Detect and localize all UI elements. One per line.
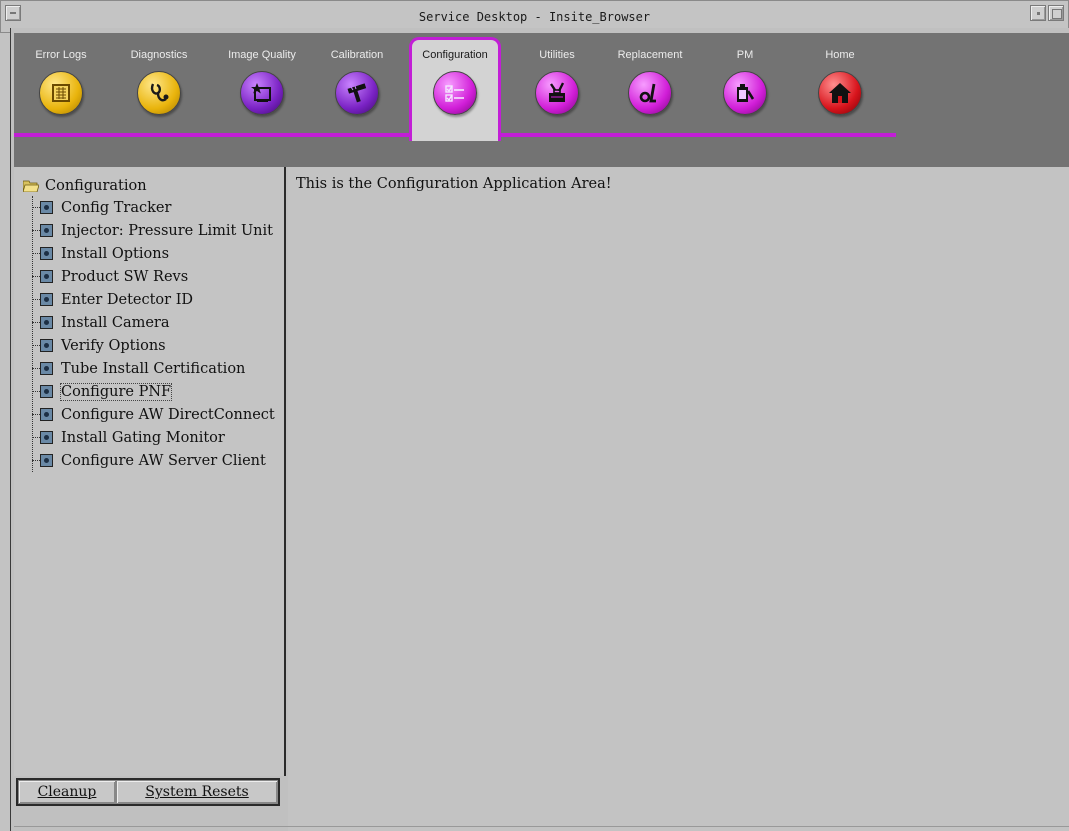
- tree-item-product-sw-revs[interactable]: Product SW Revs: [32, 265, 275, 288]
- tree-item-install-options[interactable]: Install Options: [32, 242, 275, 265]
- tree-item-label: Install Camera: [61, 314, 170, 331]
- tab-error-logs[interactable]: Error Logs: [20, 33, 102, 133]
- tree-item-label: Install Options: [61, 245, 170, 262]
- tab-label: Home: [825, 49, 855, 61]
- config-tree: Configuration Config Tracker Injector: P…: [23, 176, 275, 472]
- tree-item-tube-install-certification[interactable]: Tube Install Certification: [32, 357, 275, 380]
- leaf-node-icon: [40, 247, 53, 260]
- tab-label: Image Quality: [228, 49, 296, 61]
- tab-label: Error Logs: [35, 49, 87, 61]
- system-resets-button[interactable]: System Resets: [116, 780, 278, 804]
- cleanup-button[interactable]: Cleanup: [18, 780, 116, 804]
- maximize-button[interactable]: [1048, 5, 1064, 21]
- tab-replacement[interactable]: Replacement: [604, 33, 696, 133]
- sidebar-button-bar: Cleanup System Resets: [16, 778, 280, 806]
- application-area: This is the Configuration Application Ar…: [288, 167, 1069, 831]
- tree-items: Config Tracker Injector: Pressure Limit …: [32, 196, 275, 472]
- tab-home[interactable]: Home: [799, 33, 881, 133]
- tab-calibration[interactable]: Calibration: [316, 33, 398, 133]
- leaf-node-icon: [40, 431, 53, 444]
- image-quality-icon: [240, 71, 284, 115]
- leaf-node-icon: [40, 362, 53, 375]
- tree-item-label: Configure AW Server Client: [61, 452, 266, 469]
- tab-label: Calibration: [330, 49, 384, 61]
- tab-label: Diagnostics: [130, 49, 188, 61]
- tab-utilities[interactable]: Utilities: [516, 33, 598, 133]
- bottom-border: [14, 826, 1069, 827]
- tree-root-configuration[interactable]: Configuration: [23, 176, 275, 196]
- tab-label: Configuration: [422, 49, 488, 61]
- leaf-node-icon: [40, 454, 53, 467]
- tree-item-enter-detector-id[interactable]: Enter Detector ID: [32, 288, 275, 311]
- application-area-message: This is the Configuration Application Ar…: [296, 176, 612, 192]
- calibration-icon: [335, 71, 379, 115]
- leaf-node-icon: [40, 293, 53, 306]
- leaf-node-icon: [40, 224, 53, 237]
- checklist-icon: [433, 71, 477, 115]
- sidebar: Configuration Config Tracker Injector: P…: [14, 167, 286, 776]
- tree-item-label: Configure PNF: [59, 382, 173, 401]
- tree-item-label: Injector: Pressure Limit Unit: [61, 222, 273, 239]
- toolbox-icon: [535, 71, 579, 115]
- tab-diagnostics[interactable]: Diagnostics: [118, 33, 200, 133]
- tree-item-label: Configure AW DirectConnect: [61, 406, 275, 423]
- tab-label: Utilities: [539, 49, 575, 61]
- tree-item-label: Enter Detector ID: [61, 291, 194, 308]
- stethoscope-icon: [137, 71, 181, 115]
- tab-label: PM: [736, 49, 754, 61]
- tree-item-configure-aw-server-client[interactable]: Configure AW Server Client: [32, 449, 275, 472]
- tree-item-label: Config Tracker: [61, 199, 172, 216]
- window-menu-button[interactable]: [5, 5, 21, 21]
- app-toolbar: Error Logs Diagnostics Image Quality Cal…: [14, 33, 1069, 167]
- folder-open-icon: [23, 180, 39, 192]
- tree-item-label: Verify Options: [61, 337, 166, 354]
- tree-root-label: Configuration: [45, 178, 147, 194]
- tree-item-injector-pressure-limit-unit[interactable]: Injector: Pressure Limit Unit: [32, 219, 275, 242]
- leaf-node-icon: [40, 408, 53, 421]
- tab-label: Replacement: [617, 49, 683, 61]
- tab-pm[interactable]: PM: [704, 33, 786, 133]
- pm-icon: [723, 71, 767, 115]
- tree-item-verify-options[interactable]: Verify Options: [32, 334, 275, 357]
- home-icon: [818, 71, 862, 115]
- tree-item-label: Product SW Revs: [61, 268, 189, 285]
- tree-item-label: Install Gating Monitor: [61, 429, 225, 446]
- tab-configuration[interactable]: Configuration: [409, 37, 501, 141]
- wrench-icon: [628, 71, 672, 115]
- tree-item-label: Tube Install Certification: [61, 360, 246, 377]
- leaf-node-icon: [40, 385, 53, 398]
- leaf-node-icon: [40, 339, 53, 352]
- minimize-button[interactable]: [1030, 5, 1046, 21]
- tree-item-config-tracker[interactable]: Config Tracker: [32, 196, 275, 219]
- tree-item-install-camera[interactable]: Install Camera: [32, 311, 275, 334]
- leaf-node-icon: [40, 201, 53, 214]
- tree-item-install-gating-monitor[interactable]: Install Gating Monitor: [32, 426, 275, 449]
- error-logs-icon: [39, 71, 83, 115]
- tree-item-configure-pnf[interactable]: Configure PNF: [32, 380, 275, 403]
- leaf-node-icon: [40, 270, 53, 283]
- tab-image-quality[interactable]: Image Quality: [214, 33, 310, 133]
- window-title: Service Desktop - Insite_Browser: [418, 9, 651, 24]
- tree-item-configure-aw-directconnect[interactable]: Configure AW DirectConnect: [32, 403, 275, 426]
- leaf-node-icon: [40, 316, 53, 329]
